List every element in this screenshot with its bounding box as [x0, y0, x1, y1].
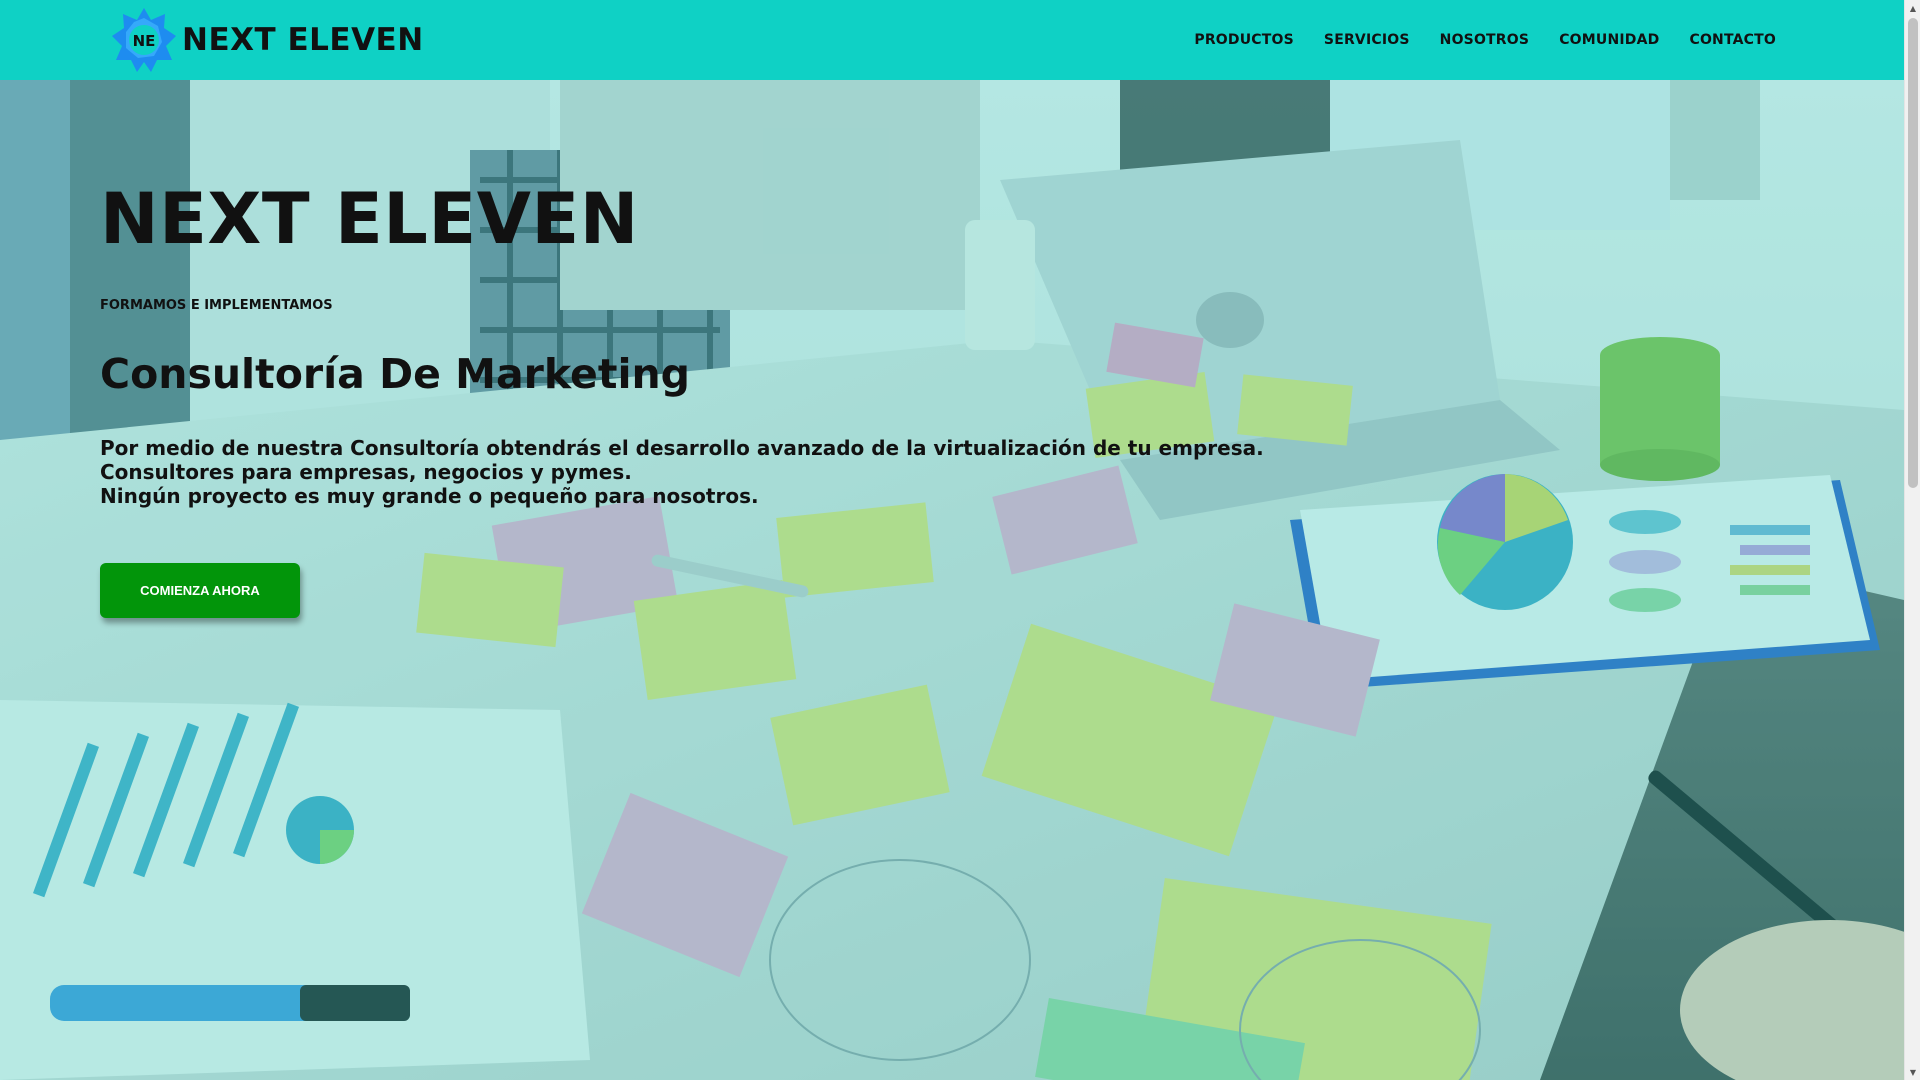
hero-kicker: FORMAMOS E IMPLEMENTAMOS	[100, 298, 333, 313]
hero-title: NEXT ELEVEN	[100, 178, 639, 260]
logo-initials: NE	[133, 32, 156, 50]
logo-icon: NE	[110, 6, 178, 74]
hero-description-line: Ningún proyecto es muy grande o pequeño …	[100, 484, 759, 508]
nav-comunidad[interactable]: COMUNIDAD	[1559, 32, 1659, 48]
page: NE NEXT ELEVEN PRODUCTOS SERVICIOS NOSOT…	[0, 0, 1920, 1080]
brand-home-link[interactable]: NE NEXT ELEVEN	[110, 6, 424, 74]
site-header: NE NEXT ELEVEN PRODUCTOS SERVICIOS NOSOT…	[0, 0, 1904, 80]
nav-nosotros[interactable]: NOSOTROS	[1440, 32, 1530, 48]
nav-contacto[interactable]: CONTACTO	[1689, 32, 1776, 48]
main-nav: PRODUCTOS SERVICIOS NOSOTROS COMUNIDAD C…	[1194, 0, 1776, 80]
hero-subtitle: Consultoría De Marketing	[100, 350, 691, 398]
hero-description-line: Por medio de nuestra Consultoría obtendr…	[100, 436, 1264, 460]
nav-productos[interactable]: PRODUCTOS	[1194, 32, 1294, 48]
hero-section: NEXT ELEVEN FORMAMOS E IMPLEMENTAMOS Con…	[0, 80, 1904, 1080]
brand-name: NEXT ELEVEN	[182, 22, 424, 58]
nav-servicios[interactable]: SERVICIOS	[1324, 32, 1410, 48]
scroll-down-icon[interactable]: ▼	[1905, 1064, 1920, 1080]
scroll-thumb[interactable]	[1908, 18, 1918, 488]
hero-description: Por medio de nuestra Consultoría obtendr…	[100, 436, 1264, 508]
comienza-ahora-button[interactable]: COMIENZA AHORA	[100, 563, 300, 618]
page-scrollbar[interactable]: ▲ ▼	[1904, 0, 1920, 1080]
scroll-up-icon[interactable]: ▲	[1905, 0, 1920, 16]
hero-description-line: Consultores para empresas, negocios y py…	[100, 460, 632, 484]
